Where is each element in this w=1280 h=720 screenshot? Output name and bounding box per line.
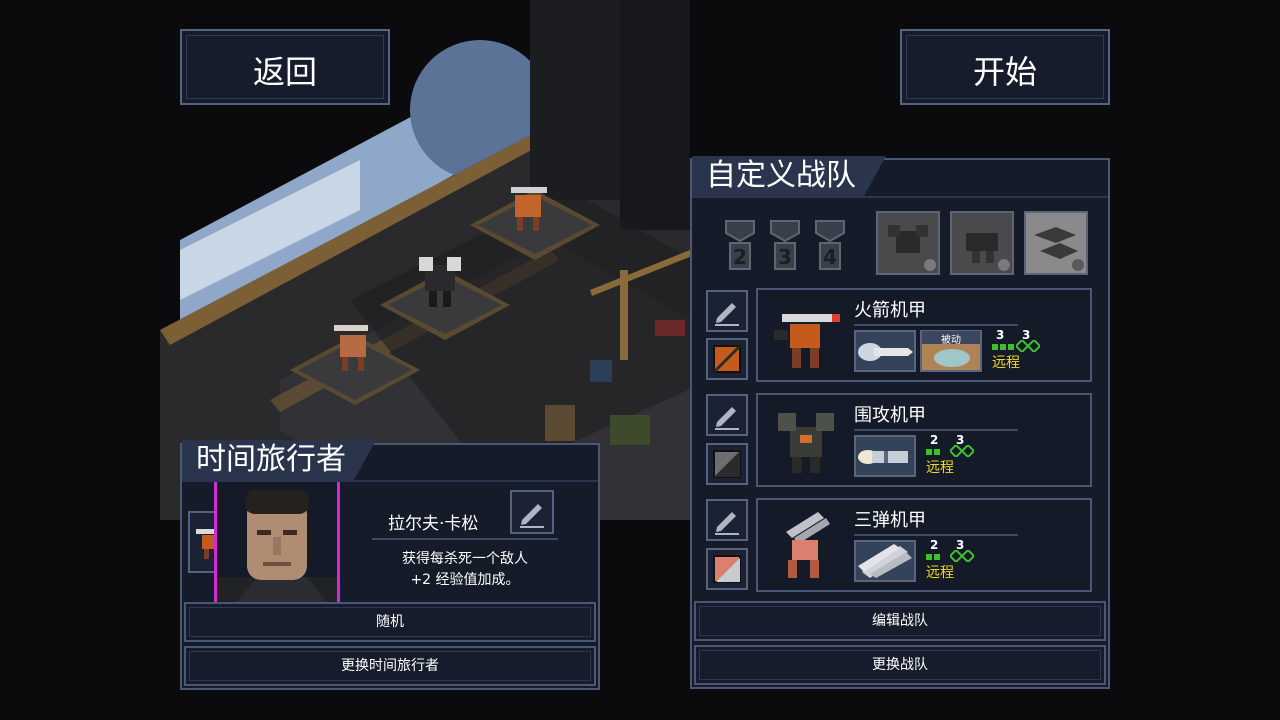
mech-1-range: 远程 xyxy=(992,355,1020,371)
mech-2-rename-button[interactable] xyxy=(706,394,748,436)
change-pilot-label: 更换时间旅行者 xyxy=(341,658,439,674)
mech-1-hp-stat: 3 xyxy=(1016,328,1040,352)
passive-ability-icon xyxy=(922,344,980,370)
move-value: 2 xyxy=(930,433,939,447)
color-swatch-icon xyxy=(713,555,741,583)
tank-mech-achievement-icon xyxy=(966,233,1010,271)
pencil-icon xyxy=(520,504,544,528)
jet-mech-achievement-icon xyxy=(1034,227,1084,271)
mech-3-move-stat: 2 xyxy=(926,538,948,562)
mech-1-weapon-passive[interactable]: 被动 xyxy=(920,330,982,372)
achievement-thumb-2[interactable] xyxy=(950,211,1014,275)
medal-number: 3 xyxy=(778,245,792,269)
mech-2-color-button[interactable] xyxy=(706,443,748,485)
siege-mech-achievement-icon xyxy=(888,225,936,271)
change-squad-button[interactable]: 更换战队 xyxy=(694,645,1106,685)
move-bars-icon xyxy=(926,554,940,560)
medal-badge-4: 4 xyxy=(814,219,846,271)
medal-badge-2: 2 xyxy=(724,219,756,271)
mech-2-name-divider xyxy=(854,429,1018,431)
pencil-icon xyxy=(715,303,739,326)
move-value: 2 xyxy=(930,538,939,552)
mech-3-range: 远程 xyxy=(926,565,954,581)
artillery-shell-icon xyxy=(856,437,914,475)
color-swatch-icon xyxy=(713,450,741,478)
pencil-icon xyxy=(715,407,739,430)
missile-weapon-icon xyxy=(856,332,914,370)
hp-diamonds-icon xyxy=(950,550,974,562)
mech-1-move-stat: 3 xyxy=(992,328,1014,352)
change-squad-label: 更换战队 xyxy=(872,657,928,673)
mech-card-3[interactable]: 三弹机甲 2 3 远程 xyxy=(756,498,1092,592)
medal-badge-3: 3 xyxy=(769,219,801,271)
mech-3-weapon-triple-shell[interactable] xyxy=(854,540,916,582)
medal-number: 2 xyxy=(733,245,747,269)
mech-1-name-divider xyxy=(854,324,1018,326)
move-bars-icon xyxy=(926,449,940,455)
pilot-face-image xyxy=(217,490,337,602)
change-pilot-button[interactable]: 更换时间旅行者 xyxy=(184,646,596,686)
medal-number: 4 xyxy=(823,245,837,269)
siege-mech-portrait-icon xyxy=(778,413,834,473)
random-pilot-button[interactable]: 随机 xyxy=(184,602,596,642)
rename-pilot-button[interactable] xyxy=(510,490,554,534)
pilot-panel-title: 时间旅行者 xyxy=(182,440,376,480)
random-pilot-label: 随机 xyxy=(376,614,404,630)
edit-squad-button[interactable]: 编辑战队 xyxy=(694,601,1106,641)
pilot-name-divider xyxy=(372,538,558,540)
color-swatch-icon xyxy=(713,345,741,373)
mech-2-range: 远程 xyxy=(926,460,954,476)
move-bars-icon xyxy=(992,344,1014,350)
move-value: 3 xyxy=(996,328,1005,342)
triple-shot-mech-portrait-icon xyxy=(786,512,830,578)
pencil-icon xyxy=(715,512,739,535)
mech-card-1[interactable]: 火箭机甲 被动 3 3 远程 xyxy=(756,288,1092,382)
mech-3-name-divider xyxy=(854,534,1018,536)
squad-panel-title: 自定义战队 xyxy=(692,156,886,196)
triple-shell-icon xyxy=(856,542,914,580)
mech-3-color-button[interactable] xyxy=(706,548,748,590)
back-button[interactable]: 返回 xyxy=(180,29,390,105)
pilot-ability-line1: 获得每杀死一个敌人 xyxy=(402,551,528,567)
squad-title-divider xyxy=(692,196,1108,198)
mech-3-name: 三弹机甲 xyxy=(854,510,926,531)
hp-diamonds-icon xyxy=(1016,340,1040,352)
pilot-portrait xyxy=(214,482,340,602)
achievement-thumb-3[interactable] xyxy=(1024,211,1088,275)
mech-1-weapon-missile[interactable] xyxy=(854,330,916,372)
start-button-label: 开始 xyxy=(972,53,1037,91)
mech-1-rename-button[interactable] xyxy=(706,290,748,332)
pilot-panel-title-text: 时间旅行者 xyxy=(196,442,346,477)
pilot-ability-line2: +2 经验值加成。 xyxy=(410,572,520,588)
achievement-thumb-1[interactable] xyxy=(876,211,940,275)
mech-2-name: 围攻机甲 xyxy=(854,405,926,426)
rocket-mech-portrait-icon xyxy=(774,314,840,368)
mech-1-name: 火箭机甲 xyxy=(854,300,926,321)
squad-panel-title-text: 自定义战队 xyxy=(706,158,856,193)
edit-squad-label: 编辑战队 xyxy=(872,613,928,629)
mech-2-weapon-artillery[interactable] xyxy=(854,435,916,477)
start-button[interactable]: 开始 xyxy=(900,29,1110,105)
mech-2-move-stat: 2 xyxy=(926,433,948,457)
mech-card-2[interactable]: 围攻机甲 2 3 远程 xyxy=(756,393,1092,487)
hp-diamonds-icon xyxy=(950,445,974,457)
back-button-label: 返回 xyxy=(252,53,317,91)
mech-3-rename-button[interactable] xyxy=(706,499,748,541)
mech-3-hp-stat: 3 xyxy=(950,538,974,562)
pilot-name: 拉尔夫·卡松 xyxy=(388,514,479,534)
mech-1-color-button[interactable] xyxy=(706,338,748,380)
mech-2-hp-stat: 3 xyxy=(950,433,974,457)
